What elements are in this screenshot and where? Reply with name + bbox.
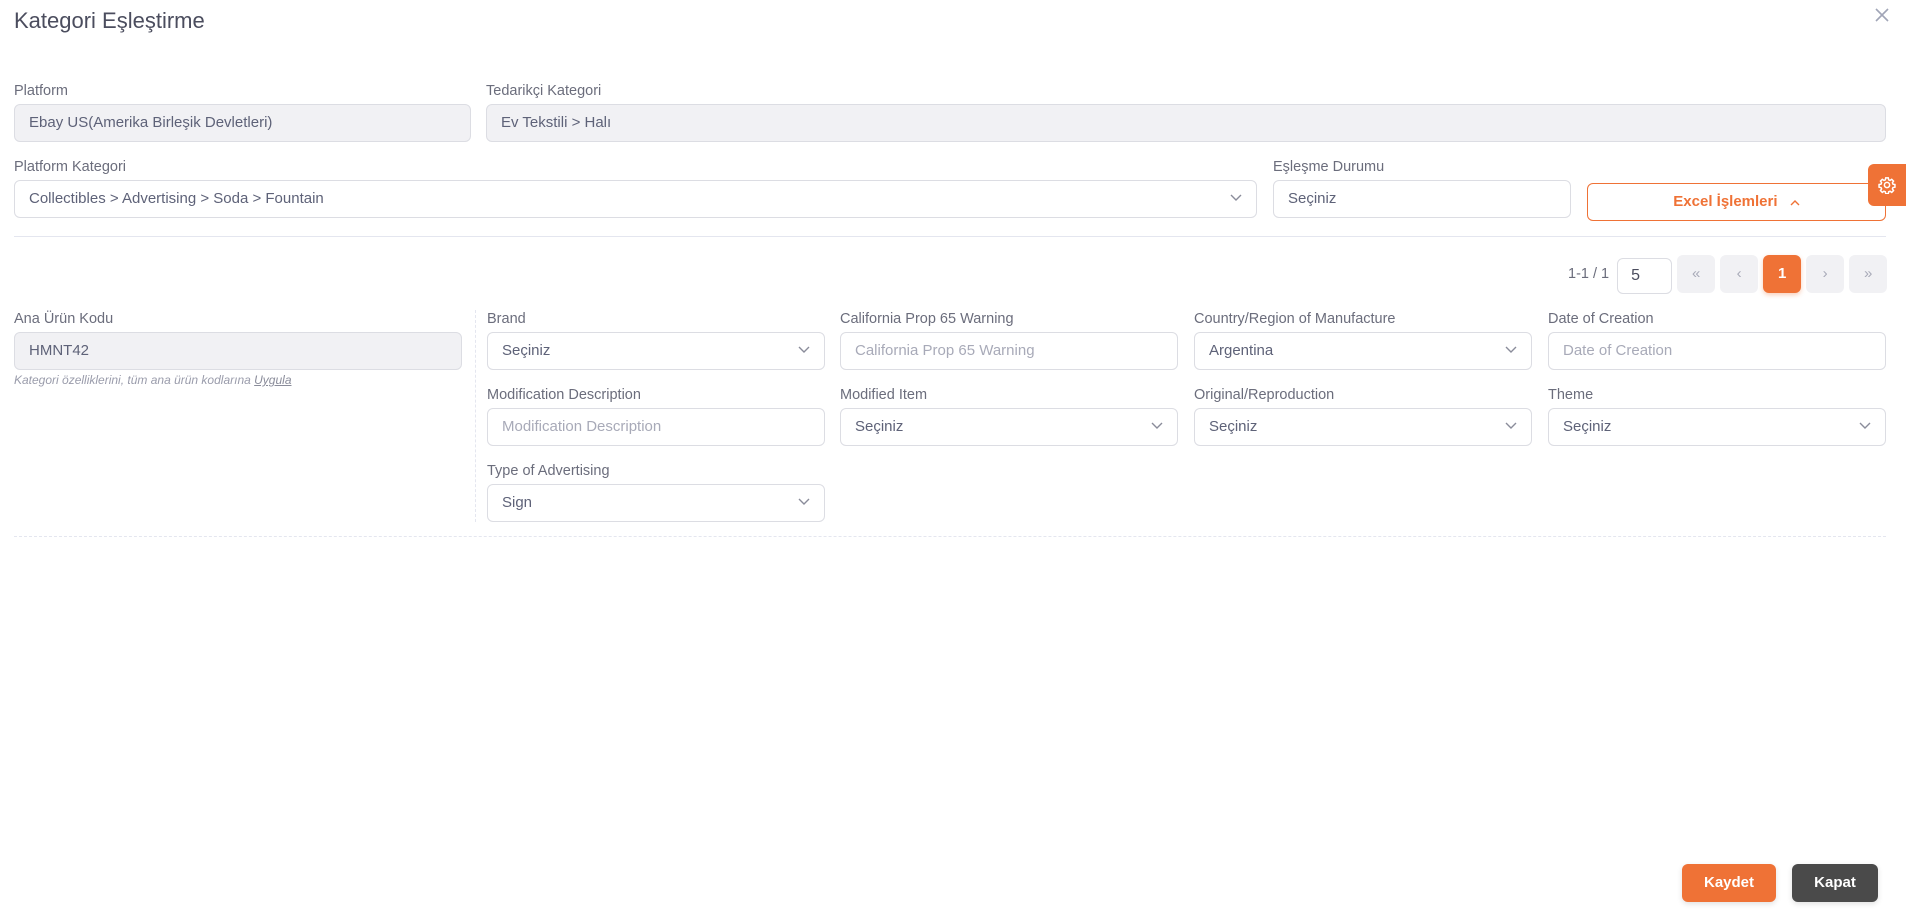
first-page-button[interactable]: « bbox=[1677, 255, 1716, 293]
supplier-category-label: Tedarikçi Kategori bbox=[486, 83, 602, 99]
match-status-field: Eşleşme Durumu Seçiniz bbox=[1273, 158, 1571, 218]
attribute-label: Theme bbox=[1548, 387, 1594, 403]
attribute-field: Date of Creation Date of Creation bbox=[1548, 310, 1886, 370]
chevron-up-icon bbox=[1790, 185, 1800, 221]
chevron-down-icon bbox=[798, 485, 810, 506]
attribute-label: California Prop 65 Warning bbox=[840, 311, 1014, 327]
main-product-code-label: Ana Ürün Kodu bbox=[14, 311, 114, 327]
attribute-label: Modification Description bbox=[487, 387, 641, 403]
attribute-field: Original/Reproduction Seçiniz bbox=[1194, 386, 1532, 446]
gear-icon bbox=[1878, 177, 1896, 194]
excel-operations-label: Excel İşlemleri bbox=[1673, 193, 1778, 210]
platform-category-value: Collectibles > Advertising > Soda > Foun… bbox=[29, 190, 324, 207]
platform-input: Ebay US(Amerika Birleşik Devletleri) bbox=[14, 104, 471, 142]
attribute-select[interactable]: Seçiniz bbox=[1548, 408, 1886, 446]
attribute-label: Date of Creation bbox=[1548, 311, 1654, 327]
attribute-select[interactable]: Seçiniz bbox=[487, 332, 825, 370]
attribute-select[interactable]: Seçiniz bbox=[840, 408, 1178, 446]
attribute-value: Sign bbox=[502, 494, 533, 511]
attribute-input[interactable]: Date of Creation bbox=[1548, 332, 1886, 370]
attribute-field: Brand Seçiniz bbox=[487, 310, 825, 370]
chevron-down-icon bbox=[798, 333, 810, 354]
attribute-value: Modification Description bbox=[502, 418, 662, 435]
prev-page-button[interactable]: ‹ bbox=[1720, 255, 1759, 293]
attribute-value: Date of Creation bbox=[1563, 342, 1673, 359]
chevron-down-icon bbox=[1505, 333, 1517, 354]
platform-label: Platform bbox=[14, 83, 68, 99]
attribute-field: Modification Description Modification Des… bbox=[487, 386, 825, 446]
close-button[interactable]: Kapat bbox=[1792, 864, 1878, 902]
attribute-label: Modified Item bbox=[840, 387, 928, 403]
next-page-button[interactable]: › bbox=[1806, 255, 1845, 293]
excel-operations-button[interactable]: Excel İşlemleri bbox=[1587, 183, 1886, 221]
column-divider bbox=[475, 310, 476, 522]
attribute-input[interactable]: Modification Description bbox=[487, 408, 825, 446]
apply-hint: Kategori özelliklerini, tüm ana ürün kod… bbox=[14, 373, 292, 387]
attribute-select[interactable]: Seçiniz bbox=[1194, 408, 1532, 446]
attribute-select[interactable]: Argentina bbox=[1194, 332, 1532, 370]
attribute-label: Type of Advertising bbox=[487, 463, 610, 479]
main-product-code-field: Ana Ürün Kodu HMNT42 bbox=[14, 310, 462, 370]
match-status-label: Eşleşme Durumu bbox=[1273, 159, 1385, 175]
current-page-button[interactable]: 1 bbox=[1763, 255, 1802, 293]
supplier-category-field: Tedarikçi Kategori Ev Tekstili > Halı bbox=[486, 82, 1886, 142]
section-divider bbox=[14, 536, 1886, 537]
chevron-down-icon bbox=[1230, 181, 1242, 202]
attribute-value: Seçiniz bbox=[1209, 418, 1258, 435]
attribute-label: Original/Reproduction bbox=[1194, 387, 1335, 403]
apply-hint-text: Kategori özelliklerini, tüm ana ürün kod… bbox=[14, 373, 255, 387]
chevron-down-icon bbox=[1151, 409, 1163, 430]
page-size-input[interactable]: 5 bbox=[1617, 258, 1673, 294]
attribute-value: California Prop 65 Warning bbox=[855, 342, 1035, 359]
attribute-field: Country/Region of Manufacture Argentina bbox=[1194, 310, 1532, 370]
attribute-select[interactable]: Sign bbox=[487, 484, 825, 522]
save-button[interactable]: Kaydet bbox=[1682, 864, 1776, 902]
attribute-value: Seçiniz bbox=[855, 418, 904, 435]
match-status-select[interactable]: Seçiniz bbox=[1273, 180, 1571, 218]
attribute-field: Type of Advertising Sign bbox=[487, 462, 825, 522]
divider bbox=[14, 236, 1886, 237]
platform-category-label: Platform Kategori bbox=[14, 159, 127, 175]
attribute-value: Argentina bbox=[1209, 342, 1274, 359]
pagination-range: 1-1 / 1 bbox=[1568, 266, 1610, 282]
attribute-label: Brand bbox=[487, 311, 526, 327]
settings-gear-button[interactable] bbox=[1868, 164, 1906, 206]
attribute-label: Country/Region of Manufacture bbox=[1194, 311, 1396, 327]
attribute-field: Theme Seçiniz bbox=[1548, 386, 1886, 446]
attribute-value: Seçiniz bbox=[502, 342, 551, 359]
supplier-category-input: Ev Tekstili > Halı bbox=[486, 104, 1886, 142]
modal-title: Kategori Eşleştirme bbox=[14, 8, 205, 33]
last-page-button[interactable]: » bbox=[1849, 255, 1888, 293]
attribute-value: Seçiniz bbox=[1563, 418, 1612, 435]
platform-field: Platform Ebay US(Amerika Birleşik Devlet… bbox=[14, 82, 471, 142]
attribute-input[interactable]: California Prop 65 Warning bbox=[840, 332, 1178, 370]
platform-category-select[interactable]: Collectibles > Advertising > Soda > Foun… bbox=[14, 180, 1257, 218]
close-icon[interactable] bbox=[1872, 6, 1892, 26]
attribute-field: California Prop 65 Warning California Pro… bbox=[840, 310, 1178, 370]
apply-link[interactable]: Uygula bbox=[254, 373, 291, 387]
chevron-down-icon bbox=[1859, 409, 1871, 430]
platform-category-field: Platform Kategori Collectibles > Adverti… bbox=[14, 158, 1257, 218]
attribute-field: Modified Item Seçiniz bbox=[840, 386, 1178, 446]
main-product-code-input: HMNT42 bbox=[14, 332, 462, 370]
pagination: 1-1 / 1 5 « ‹ 1 › » bbox=[1560, 255, 1888, 294]
chevron-down-icon bbox=[1505, 409, 1517, 430]
